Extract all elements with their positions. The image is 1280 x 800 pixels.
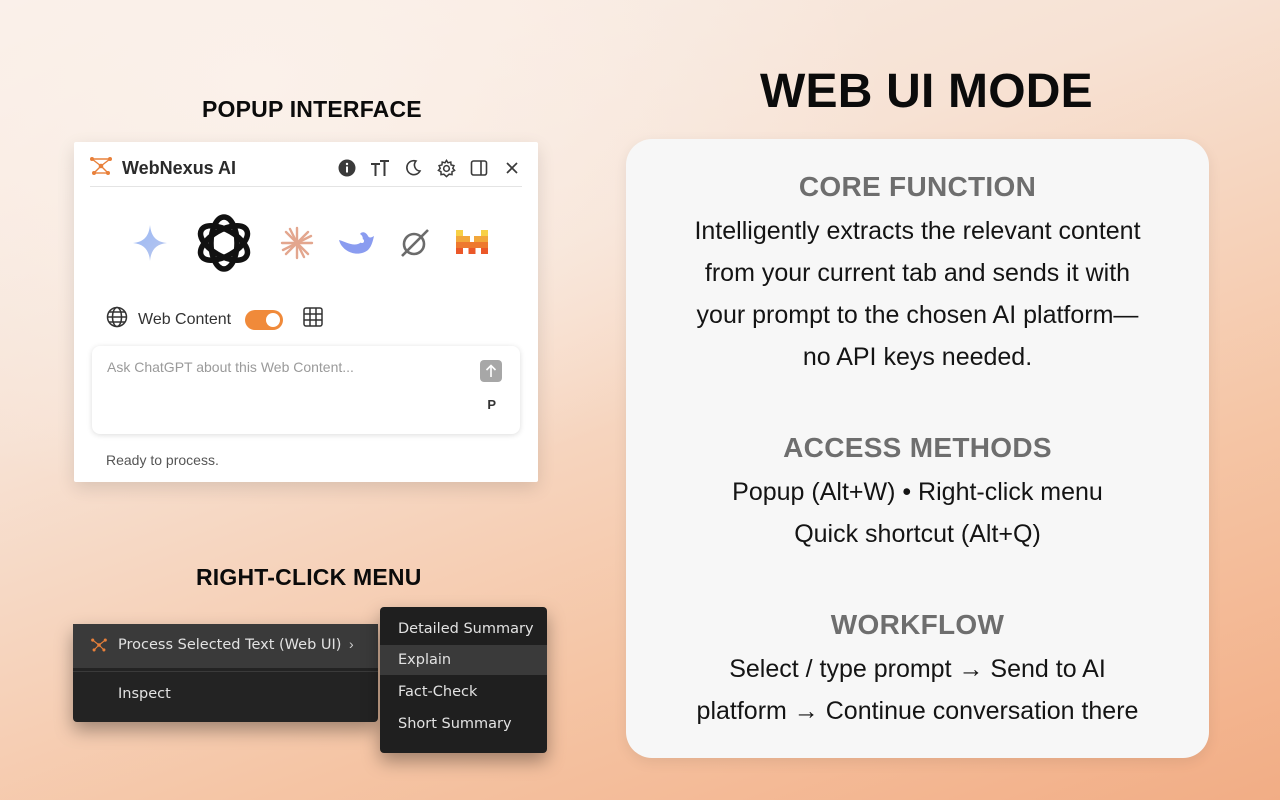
moon-icon[interactable]: [403, 158, 423, 178]
text-line: Popup (Alt+W) • Right-click menu: [732, 478, 1103, 506]
sidebar-icon[interactable]: [469, 158, 489, 178]
right-click-menu-title: RIGHT-CLICK MENU: [196, 564, 422, 590]
app-name: WebNexus AI: [122, 157, 237, 178]
send-button[interactable]: [480, 360, 502, 382]
deepseek-icon[interactable]: [336, 228, 376, 258]
workflow-text: Select / type prompt → Send to AI platfo…: [626, 648, 1209, 732]
context-submenu: Detailed Summary Explain Fact-Check Shor…: [380, 607, 547, 753]
menu-item-label: Process Selected Text (Web UI): [118, 637, 342, 653]
mistral-icon[interactable]: [454, 228, 490, 258]
grok-icon[interactable]: [398, 226, 432, 260]
menu-separator: [73, 671, 378, 672]
prompt-input[interactable]: [105, 358, 469, 376]
globe-icon: [106, 306, 128, 333]
ai-platform-selector: [132, 208, 492, 278]
text-line: Quick shortcut (Alt+Q): [794, 520, 1041, 548]
grid-icon[interactable]: [303, 307, 323, 332]
webnexus-logo-icon: [90, 156, 112, 181]
prompt-box: P: [92, 346, 520, 434]
gemini-icon[interactable]: [132, 224, 168, 262]
submenu-item-label: Short Summary: [398, 716, 512, 732]
close-icon[interactable]: [502, 158, 522, 178]
text-line: Select / type prompt → Send to AI: [729, 655, 1106, 683]
submenu-item-label: Detailed Summary: [398, 621, 534, 637]
chatgpt-icon[interactable]: [190, 209, 258, 277]
text-line: Intelligently extracts the relevant cont…: [694, 217, 1141, 245]
info-icon[interactable]: [337, 158, 357, 178]
submenu-item-short-summary[interactable]: Short Summary: [380, 709, 547, 739]
claude-icon[interactable]: [280, 226, 314, 260]
text-size-icon[interactable]: [370, 158, 390, 178]
submenu-item-explain[interactable]: Explain: [380, 645, 547, 675]
text-line: your prompt to the chosen AI platform—: [696, 301, 1139, 329]
web-content-row: Web Content: [106, 306, 323, 333]
submenu-item-detailed-summary[interactable]: Detailed Summary: [380, 614, 547, 644]
status-text: Ready to process.: [106, 452, 219, 468]
popup-window: WebNexus AI Web Content Ask ChatGPT abou…: [74, 142, 538, 482]
web-content-label: Web Content: [138, 310, 232, 328]
web-content-toggle[interactable]: [245, 309, 284, 330]
core-function-heading: CORE FUNCTION: [798, 171, 1037, 202]
submenu-arrow-icon: ›: [349, 636, 354, 652]
text-line: platform → Continue conversation there: [696, 697, 1139, 725]
p-label: P: [487, 397, 496, 412]
menu-item-inspect[interactable]: Inspect: [118, 686, 171, 702]
info-card: CORE FUNCTION Intelligently extracts the…: [626, 139, 1209, 758]
text-line: no API keys needed.: [802, 343, 1033, 371]
webnexus-logo-icon: [91, 638, 107, 657]
submenu-item-label: Fact-Check: [398, 684, 478, 700]
text-line: from your current tab and sends it with: [704, 259, 1131, 287]
submenu-item-label: Explain: [398, 652, 452, 668]
core-function-text: Intelligently extracts the relevant cont…: [626, 210, 1209, 378]
access-methods-heading: ACCESS METHODS: [783, 432, 1052, 463]
web-ui-mode-title: WEB UI MODE: [760, 65, 1093, 118]
workflow-heading: WORKFLOW: [830, 609, 1005, 640]
gear-icon[interactable]: [436, 158, 456, 178]
menu-item-process-selected-text[interactable]: Process Selected Text (Web UI) ›: [73, 624, 378, 668]
context-menu: Process Selected Text (Web UI) › Inspect: [73, 624, 378, 722]
popup-header: WebNexus AI: [90, 150, 522, 187]
popup-interface-title: POPUP INTERFACE: [202, 96, 422, 122]
submenu-item-fact-check[interactable]: Fact-Check: [380, 677, 547, 707]
access-methods-text: Popup (Alt+W) • Right-click menu Quick s…: [626, 471, 1209, 555]
